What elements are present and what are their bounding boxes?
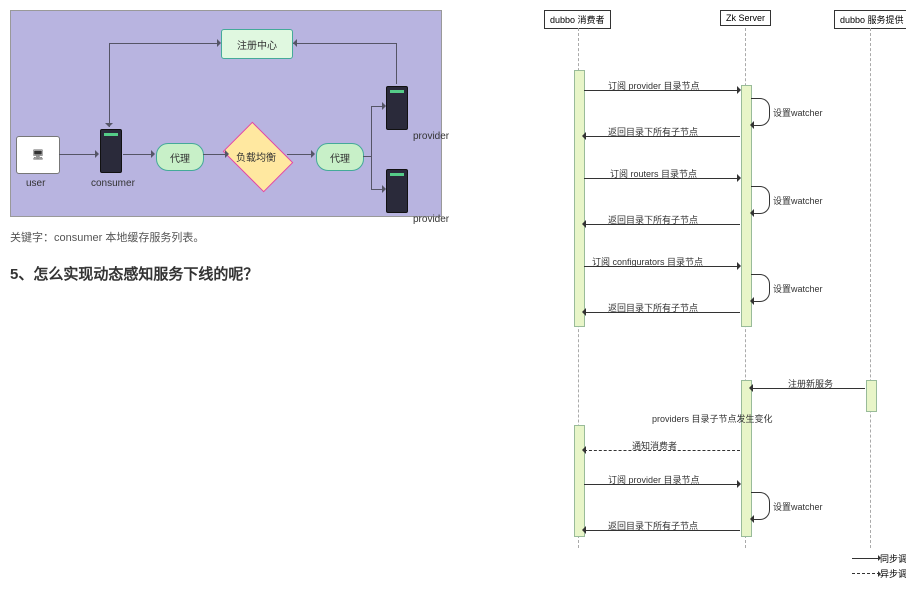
arrow [293,43,396,44]
architecture-diagram: 注册中心 代理 代理 负载均衡 🖥 user consumer provider… [10,10,442,217]
lifeline [870,28,872,548]
message-label: 通知消费者 [632,439,677,452]
self-call [751,274,770,302]
legend-line-solid [852,558,880,559]
left-column: 注册中心 代理 代理 负载均衡 🖥 user consumer provider… [10,10,480,582]
activation-bar [866,380,877,412]
arrow [59,154,97,155]
arrow [203,154,227,155]
arrowhead-icon [745,384,753,392]
arrowhead-icon [578,446,586,454]
message-label: 设置watcher [773,282,823,295]
arrow [287,154,313,155]
message-label: providers 目录子节点发生变化 [652,412,773,425]
caption-text: 关键字：consumer 本地缓存服务列表。 [10,229,450,245]
self-call [751,186,770,214]
arrow [371,106,372,156]
arrow [371,156,372,189]
activation-bar [574,425,585,537]
message-label: 返回目录下所有子节点 [608,519,698,532]
message-label: 设置watcher [773,194,823,207]
message-label: 设置watcher [773,106,823,119]
arrowhead-icon [95,150,103,158]
self-call [751,492,770,520]
legend: 同步调用 异步调用 [852,550,906,582]
arrow [363,156,371,157]
user-box: 🖥 [16,136,60,174]
arrowhead-icon [578,526,586,534]
message-label: 注册新服务 [788,377,833,390]
message-label: 订阅 provider 目录节点 [608,79,700,92]
message-label: 订阅 configurators 目录节点 [592,255,703,268]
provider-label-2: provider [413,214,449,225]
arrow [396,43,397,84]
participant-zk: Zk Server [720,10,771,26]
proxy-box-1: 代理 [156,143,204,171]
user-label: user [26,178,45,189]
registry-box: 注册中心 [221,29,293,59]
load-balance-label: 负载均衡 [236,149,276,164]
arrowhead-icon [217,39,225,47]
message-label: 订阅 provider 目录节点 [608,473,700,486]
message-label: 返回目录下所有子节点 [608,301,698,314]
message-label: 订阅 routers 目录节点 [610,167,697,180]
monitor-icon: 🖥 [32,150,45,161]
consumer-server-icon [100,129,122,173]
participant-provider: dubbo 服务提供 [834,10,906,29]
arrowhead-icon [737,480,745,488]
activation-bar [574,70,585,327]
arrowhead-icon [578,220,586,228]
arrow [123,154,153,155]
self-call [751,98,770,126]
sequence-diagram: dubbo 消费者 Zk Server dubbo 服务提供 订阅 provid… [480,10,906,582]
arrowhead-icon [311,150,319,158]
arrowhead-icon [289,39,297,47]
provider-label-1: provider [413,131,449,142]
arrowhead-icon [578,132,586,140]
arrowhead-icon [105,123,113,131]
arrowhead-icon [578,308,586,316]
arrowhead-icon [382,185,390,193]
arrowhead-icon [382,102,390,110]
message-label: 返回目录下所有子节点 [608,213,698,226]
arrowhead-icon [737,262,745,270]
arrowhead-icon [151,150,159,158]
message-label: 设置watcher [773,500,823,513]
participant-consumer: dubbo 消费者 [544,10,611,29]
arrow [109,43,110,127]
proxy-box-2: 代理 [316,143,364,171]
arrow [109,43,219,44]
arrowhead-icon [737,174,745,182]
consumer-label: consumer [91,178,135,189]
message-label: 返回目录下所有子节点 [608,125,698,138]
legend-line-dashed [852,573,880,575]
arrowhead-icon [225,150,233,158]
section-heading: 5、怎么实现动态感知服务下线的呢？ [10,263,450,284]
arrowhead-icon [737,86,745,94]
